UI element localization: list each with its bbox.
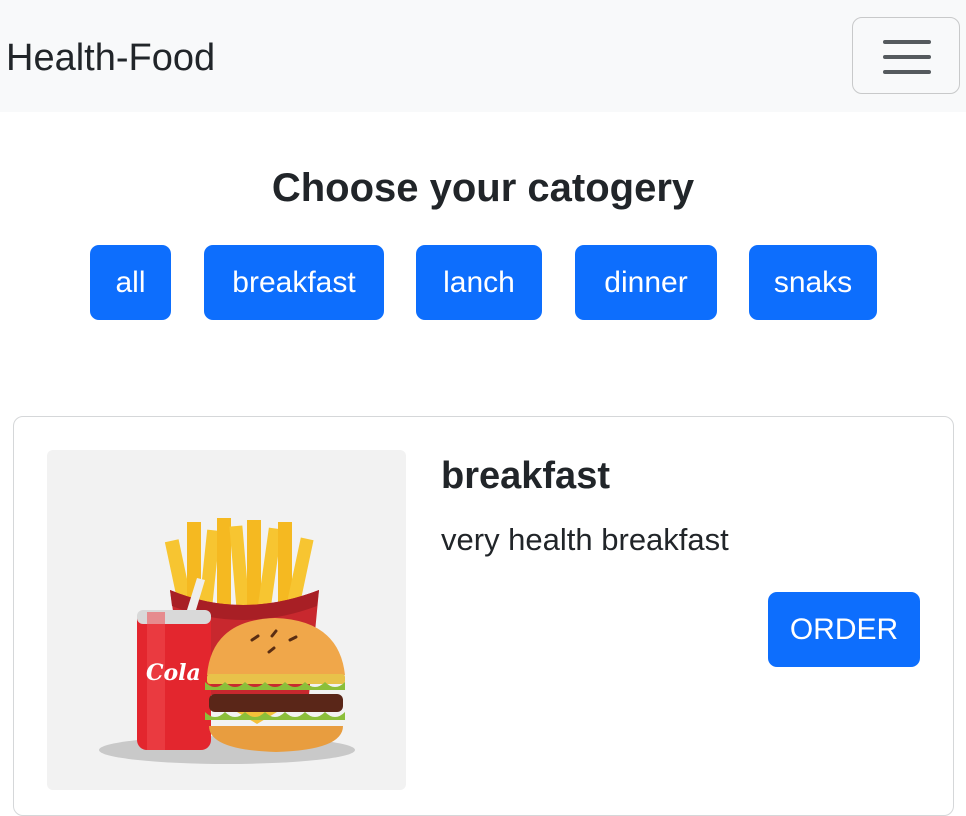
card-title: breakfast [441,455,610,497]
brand-link[interactable]: Health-Food [6,34,215,82]
navbar: Health-Food [0,0,966,112]
burger-fries-cola-illustration: Cola [99,518,355,764]
card-text: very health breakfast [441,522,729,557]
category-button-snaks[interactable]: snaks [749,245,877,320]
order-button[interactable]: ORDER [768,592,920,667]
category-button-all[interactable]: all [90,245,171,320]
category-button-lanch[interactable]: lanch [416,245,542,320]
navbar-toggler-button[interactable] [852,17,960,94]
page-heading: Choose your catogery [271,166,695,210]
svg-text:Cola: Cola [146,660,201,686]
category-button-breakfast[interactable]: breakfast [204,245,384,320]
food-card-image: Cola [47,450,406,790]
category-button-dinner[interactable]: dinner [575,245,717,320]
